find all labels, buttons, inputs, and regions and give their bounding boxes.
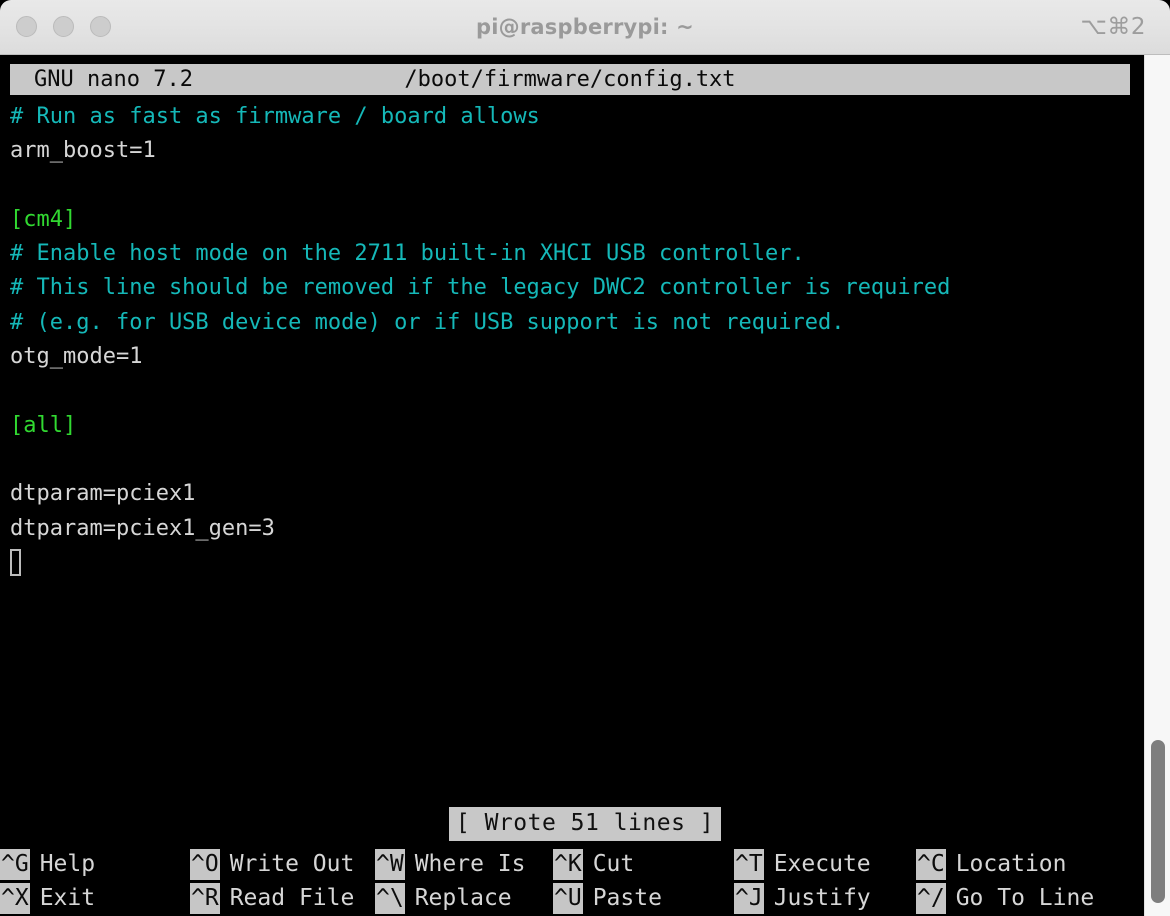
shortcut-item[interactable]: ^J Justify [734, 882, 916, 916]
shortcut-key: ^C [916, 848, 946, 880]
terminal-window: pi@raspberrypi: ~ ⌥⌘2 /boot/firmware/con… [0, 0, 1170, 916]
shortcut-label: Cut [592, 850, 635, 877]
shortcut-label: Help [39, 850, 96, 877]
shortcut-item[interactable]: ^U Paste [553, 882, 734, 916]
nano-shortcut-bar: ^G Help ^O Write Out ^W Where Is ^K Cut ^T Execut… [0, 847, 1170, 916]
shortcut-key: ^W [375, 848, 405, 880]
shortcut-label: Execute [773, 850, 871, 877]
vertical-scrollbar[interactable] [1144, 55, 1170, 916]
text-cursor [10, 548, 21, 576]
shortcut-item[interactable]: ^/ Go To Line [916, 882, 1116, 916]
shortcut-item[interactable]: ^K Cut [553, 847, 734, 882]
shortcut-key: ^X [0, 883, 30, 915]
shortcut-item[interactable]: ^R Read File [190, 882, 375, 916]
editor-line: otg_mode=1 [10, 344, 143, 370]
shortcut-key: ^\ [375, 883, 405, 915]
shortcut-item[interactable]: ^C Location [916, 847, 1116, 882]
traffic-light-group [16, 16, 111, 37]
minimize-button[interactable] [53, 16, 74, 37]
editor-line: # Run as fast as firmware / board allows [10, 104, 540, 129]
shortcut-item[interactable]: ^X Exit [0, 882, 190, 916]
shortcut-key: ^O [190, 848, 220, 880]
close-button[interactable] [16, 16, 37, 37]
shortcut-key: ^G [0, 848, 30, 880]
shortcut-key: ^R [190, 883, 220, 915]
shortcut-item[interactable]: ^W Where Is [375, 847, 553, 882]
shortcut-key: ^T [734, 848, 764, 880]
editor-line: dtparam=pciex1 [10, 481, 196, 507]
shortcut-key: ^U [553, 883, 583, 915]
editor-line: # This line should be removed if the leg… [10, 275, 951, 301]
shortcut-key: ^J [734, 883, 764, 915]
editor-line: [all] [10, 412, 77, 438]
shortcut-item[interactable]: ^T Execute [734, 847, 916, 882]
shortcut-row-2: ^X Exit ^R Read File ^\ Replace ^U Paste ^J Justi… [0, 882, 1170, 916]
editor-line: arm_boost=1 [10, 138, 156, 164]
shortcut-label: Where Is [414, 850, 526, 877]
shortcut-label: Exit [39, 885, 96, 912]
shortcut-item[interactable]: ^O Write Out [190, 847, 375, 882]
scrollbar-thumb[interactable] [1151, 740, 1165, 903]
shortcut-label: Write Out [229, 850, 355, 877]
window-titlebar[interactable]: pi@raspberrypi: ~ ⌥⌘2 [0, 0, 1170, 55]
nano-editor-buffer[interactable]: # Run as fast as firmware / board allows… [10, 100, 1135, 580]
zoom-button[interactable] [90, 16, 111, 37]
shortcut-key: ^K [553, 848, 583, 880]
shortcut-row-1: ^G Help ^O Write Out ^W Where Is ^K Cut ^T Execut… [0, 847, 1170, 882]
shortcut-label: Location [955, 850, 1067, 877]
shortcut-key: ^/ [916, 883, 946, 915]
editor-line: [cm4] [10, 206, 77, 232]
nano-version-label: GNU nano 7.2 [34, 67, 193, 92]
terminal-content[interactable]: /boot/firmware/config.txt GNU nano 7.2 #… [0, 55, 1170, 916]
window-title: pi@raspberrypi: ~ [476, 15, 694, 39]
shortcut-label: Justify [773, 885, 871, 912]
shortcut-label: Replace [414, 885, 512, 912]
editor-line: # Enable host mode on the 2711 built-in … [10, 241, 805, 267]
nano-title-bar: /boot/firmware/config.txt GNU nano 7.2 [10, 64, 1130, 95]
editor-line: # (e.g. for USB device mode) or if USB s… [10, 309, 845, 335]
tab-shortcut-hint: ⌥⌘2 [1080, 14, 1146, 40]
shortcut-item[interactable]: ^G Help [0, 847, 190, 882]
shortcut-label: Paste [592, 885, 662, 912]
shortcut-label: Read File [229, 885, 355, 912]
shortcut-item[interactable]: ^\ Replace [375, 882, 553, 916]
nano-status-message: [ Wrote 51 lines ] [0, 807, 1170, 841]
status-message-text: [ Wrote 51 lines ] [448, 807, 722, 841]
editor-line: dtparam=pciex1_gen=3 [10, 515, 275, 541]
shortcut-label: Go To Line [955, 885, 1095, 912]
editor-cursor-line [10, 546, 1135, 580]
